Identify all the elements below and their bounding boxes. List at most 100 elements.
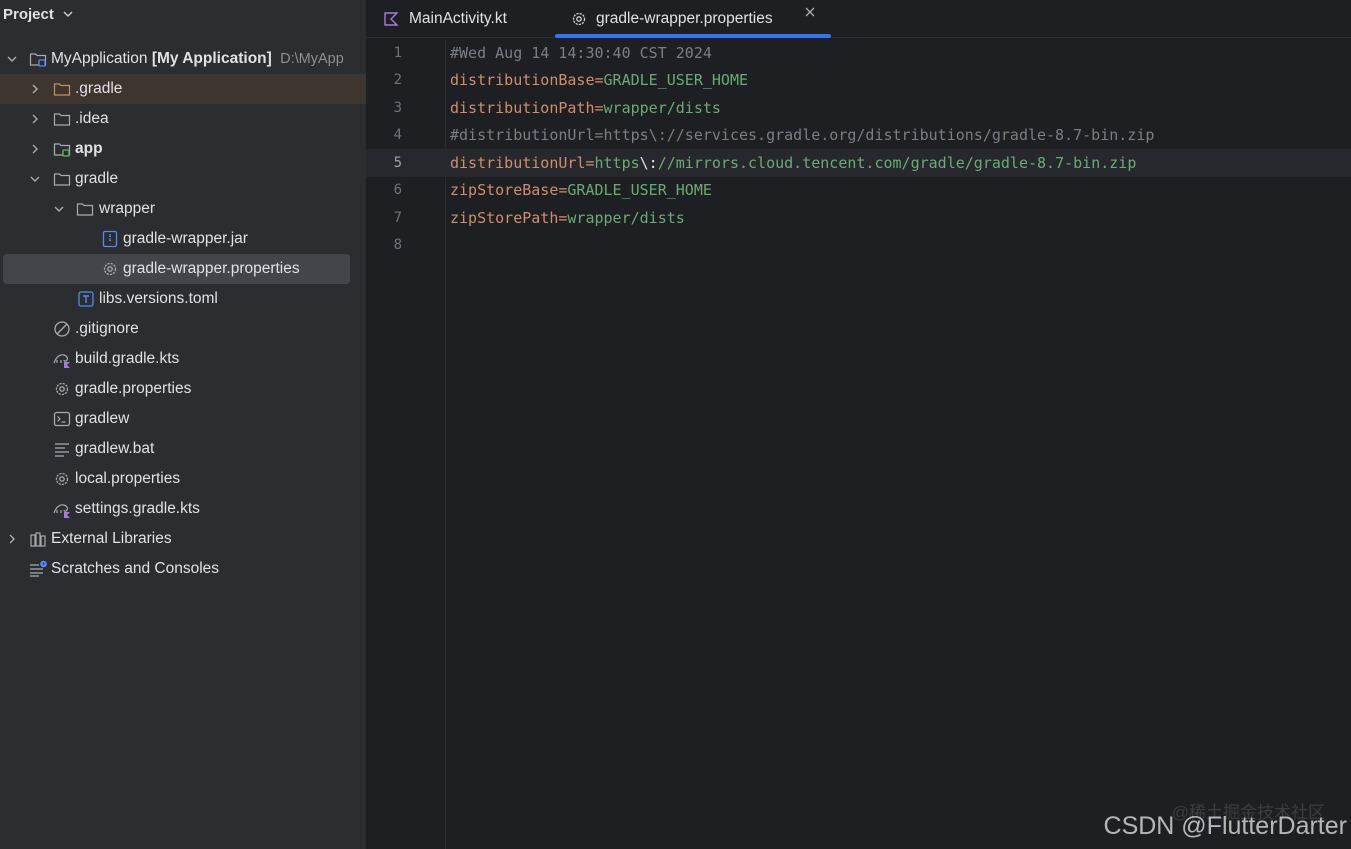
property-value: GRADLE_USER_HOME bbox=[567, 181, 712, 200]
tree-item-gradlew-bat[interactable]: gradlew.bat bbox=[0, 434, 366, 464]
chevron-right-icon[interactable] bbox=[28, 82, 42, 96]
code-line: 8 bbox=[366, 232, 1351, 260]
tree-item-build-gradle-kts[interactable]: build.gradle.kts bbox=[0, 344, 366, 374]
property-key: distributionBase bbox=[450, 71, 595, 90]
chevron-down-icon[interactable] bbox=[52, 202, 66, 216]
folder-icon bbox=[75, 199, 95, 219]
close-icon[interactable] bbox=[803, 5, 817, 19]
folder-icon bbox=[52, 169, 72, 189]
property-value: //mirrors.cloud.tencent.com/gradle/gradl… bbox=[657, 153, 1137, 172]
tree-item-gitignore[interactable]: .gitignore bbox=[0, 314, 366, 344]
code-editor[interactable]: 1 #Wed Aug 14 14:30:40 CST 2024 2 distri… bbox=[366, 39, 1351, 259]
gradle-kotlin-icon bbox=[52, 349, 72, 369]
ide-window: Project MyApplication [My Application] D… bbox=[0, 0, 1351, 849]
property-value: https bbox=[594, 153, 640, 172]
escape-sequence: \: bbox=[639, 153, 658, 172]
terminal-icon bbox=[52, 409, 72, 429]
tree-item-external-libraries[interactable]: External Libraries bbox=[0, 524, 366, 554]
code-line: 2 distributionBase=GRADLE_USER_HOME bbox=[366, 67, 1351, 95]
gear-icon bbox=[52, 379, 72, 399]
chevron-down-icon bbox=[63, 11, 73, 17]
editor-tab-bar: MainActivity.kt gradle-wrapper.propertie… bbox=[366, 0, 1351, 38]
tree-item-label: .idea bbox=[75, 110, 109, 127]
module-folder-icon bbox=[28, 49, 48, 69]
property-key: distributionPath bbox=[450, 98, 595, 117]
tree-item-gradlew[interactable]: gradlew bbox=[0, 404, 366, 434]
tree-item-label: libs.versions.toml bbox=[99, 290, 218, 307]
tree-item-label: .gitignore bbox=[75, 320, 139, 337]
scratches-icon bbox=[28, 559, 48, 579]
ignore-file-icon bbox=[52, 319, 72, 339]
tree-item-label: gradle-wrapper.jar bbox=[123, 230, 248, 247]
project-view-selector[interactable]: Project bbox=[0, 0, 366, 28]
gear-icon bbox=[100, 259, 120, 279]
excluded-folder-icon bbox=[52, 79, 72, 99]
code-line-current: 5 distributionUrl=https\://mirrors.cloud… bbox=[366, 149, 1351, 177]
property-separator: = bbox=[594, 98, 604, 117]
chevron-down-icon[interactable] bbox=[5, 52, 19, 66]
line-number: 6 bbox=[393, 182, 402, 199]
tree-item-scratches-and-consoles[interactable]: Scratches and Consoles bbox=[0, 554, 366, 584]
root-module-name: [My Application] bbox=[151, 50, 272, 67]
code-line: 3 distributionPath=wrapper/dists bbox=[366, 94, 1351, 122]
property-value: wrapper/dists bbox=[603, 98, 721, 117]
tree-item-label: gradle-wrapper.properties bbox=[123, 260, 300, 277]
gradle-kotlin-icon bbox=[52, 499, 72, 519]
tree-item-gradle-wrapper-jar[interactable]: gradle-wrapper.jar bbox=[0, 224, 366, 254]
tab-gradle-wrapper-properties[interactable]: gradle-wrapper.properties bbox=[570, 0, 773, 38]
line-number: 3 bbox=[393, 99, 402, 116]
property-separator: = bbox=[594, 71, 604, 90]
tree-item-dot-gradle[interactable]: .gradle bbox=[0, 74, 366, 104]
line-number: 1 bbox=[393, 44, 402, 61]
property-key: distributionUrl bbox=[450, 153, 586, 172]
tab-main-activity[interactable]: MainActivity.kt bbox=[382, 0, 507, 38]
root-project-name: MyApplication bbox=[51, 50, 148, 67]
property-key: zipStoreBase bbox=[450, 181, 559, 200]
tree-item-root[interactable]: MyApplication [My Application] D:\MyApp bbox=[0, 44, 366, 74]
tree-item-label: gradlew.bat bbox=[75, 440, 155, 457]
chevron-right-icon[interactable] bbox=[28, 142, 42, 156]
property-separator: = bbox=[585, 153, 595, 172]
tree-item-app[interactable]: app bbox=[0, 134, 366, 164]
root-project-path: D:\MyApp bbox=[280, 51, 344, 67]
comment-text: #Wed Aug 14 14:30:40 CST 2024 bbox=[450, 43, 712, 62]
property-value: wrapper/dists bbox=[567, 208, 685, 227]
tree-item-label: gradle.properties bbox=[75, 380, 192, 397]
tree-item-label: wrapper bbox=[99, 200, 155, 217]
tree-item-gradle-wrapper-properties[interactable]: gradle-wrapper.properties bbox=[3, 254, 350, 284]
line-number: 2 bbox=[393, 72, 402, 89]
code-line: 6 zipStoreBase=GRADLE_USER_HOME bbox=[366, 177, 1351, 205]
code-line: 7 zipStorePath=wrapper/dists bbox=[366, 204, 1351, 232]
kotlin-file-icon bbox=[382, 10, 400, 28]
tree-item-label: gradlew bbox=[75, 410, 130, 427]
chevron-right-icon[interactable] bbox=[28, 112, 42, 126]
project-tree: MyApplication [My Application] D:\MyApp … bbox=[0, 44, 366, 584]
tree-item-libs-versions-toml[interactable]: libs.versions.toml bbox=[0, 284, 366, 314]
line-number: 8 bbox=[393, 237, 402, 254]
property-value: GRADLE_USER_HOME bbox=[603, 71, 749, 90]
tree-item-label: .gradle bbox=[75, 80, 123, 97]
tree-item-gradle-folder[interactable]: gradle bbox=[0, 164, 366, 194]
panel-title: Project bbox=[3, 5, 54, 23]
tree-item-gradle-properties[interactable]: gradle.properties bbox=[0, 374, 366, 404]
line-number: 4 bbox=[393, 127, 402, 144]
tree-item-label: Scratches and Consoles bbox=[51, 560, 220, 577]
android-module-icon bbox=[52, 139, 72, 159]
chevron-down-icon[interactable] bbox=[28, 172, 42, 186]
code-line: 4 #distributionUrl=https\://services.gra… bbox=[366, 122, 1351, 150]
tab-label: MainActivity.kt bbox=[409, 10, 507, 27]
chevron-right-icon[interactable] bbox=[5, 532, 19, 546]
library-icon bbox=[28, 529, 48, 549]
comment-text: #distributionUrl=https\://services.gradl… bbox=[450, 126, 1155, 145]
active-tab-indicator bbox=[555, 34, 831, 38]
line-number: 7 bbox=[393, 209, 402, 226]
tree-item-wrapper-folder[interactable]: wrapper bbox=[0, 194, 366, 224]
tab-label: gradle-wrapper.properties bbox=[596, 10, 773, 27]
text-file-icon bbox=[52, 439, 72, 459]
tree-item-local-properties[interactable]: local.properties bbox=[0, 464, 366, 494]
tree-item-idea[interactable]: .idea bbox=[0, 104, 366, 134]
editor-area: MainActivity.kt gradle-wrapper.propertie… bbox=[366, 0, 1351, 849]
gear-icon bbox=[570, 10, 588, 28]
tree-item-label: External Libraries bbox=[51, 530, 172, 547]
tree-item-settings-gradle-kts[interactable]: settings.gradle.kts bbox=[0, 494, 366, 524]
